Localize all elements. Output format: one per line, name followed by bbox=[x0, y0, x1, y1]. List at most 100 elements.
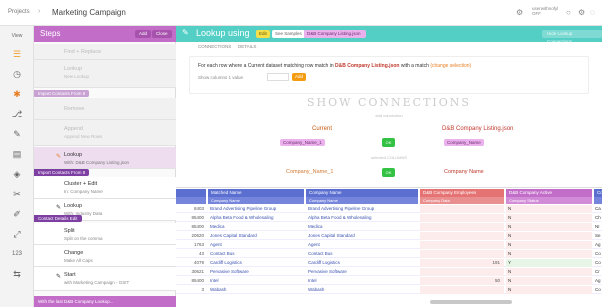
company-name-cell[interactable]: Intel bbox=[306, 277, 418, 285]
employees-cell[interactable] bbox=[420, 250, 504, 258]
add-step-button[interactable]: Add bbox=[135, 30, 152, 38]
brush-icon[interactable]: ✐ bbox=[0, 204, 34, 224]
active-cell[interactable]: N bbox=[506, 232, 592, 240]
table-row[interactable]: 3 Wabash Wabash N Co bbox=[176, 286, 602, 294]
company-name-cell[interactable]: Contact Bus bbox=[306, 250, 418, 258]
step-lookup-selected[interactable]: ✎ Lookup With: D&B Company Listing.json bbox=[34, 147, 176, 169]
lookup-file-pill[interactable]: D&B Company Listing.json bbox=[304, 30, 366, 38]
active-cell[interactable]: N bbox=[506, 223, 592, 231]
employees-cell[interactable] bbox=[420, 232, 504, 240]
active-cell[interactable]: N bbox=[506, 277, 592, 285]
table-row[interactable]: 1763 Agent Agent N Ag bbox=[176, 241, 602, 249]
company-name-cell[interactable]: Cardiff Logistics bbox=[306, 259, 418, 267]
add-connection-link[interactable]: add connection bbox=[176, 113, 602, 118]
matched-name-cell[interactable]: Medica bbox=[208, 223, 304, 231]
employees-cell[interactable] bbox=[420, 241, 504, 249]
company-name-cell[interactable]: Wabash bbox=[306, 286, 418, 294]
help-icon[interactable]: ○ bbox=[566, 8, 571, 17]
active-cell[interactable]: N bbox=[506, 268, 592, 276]
active-cell[interactable]: N bbox=[506, 205, 592, 213]
table-row[interactable]: 85400 Intel Intel 50 N Ag bbox=[176, 277, 602, 285]
matched-name-cell[interactable]: Agent bbox=[208, 241, 304, 249]
step-cluster-edit[interactable]: Cluster + Edit In: Company Name bbox=[34, 177, 176, 199]
matched-name-cell[interactable]: Jones Capital Standard bbox=[208, 232, 304, 240]
list-icon[interactable]: ☰ bbox=[0, 44, 34, 64]
co-cell[interactable]: Co bbox=[594, 286, 602, 294]
add-button[interactable]: Add bbox=[292, 73, 306, 81]
matched-name-cell[interactable]: Pervasive Software bbox=[208, 268, 304, 276]
column-header[interactable]: D&B Company Employees bbox=[420, 189, 504, 197]
resize-icon[interactable]: ⤢ bbox=[0, 224, 34, 244]
group-tag[interactable]: Contact Details Edit bbox=[34, 215, 82, 222]
active-cell[interactable]: N bbox=[506, 250, 592, 258]
column-header[interactable]: D&B Company Active bbox=[506, 189, 592, 197]
column-header[interactable]: Matched Name bbox=[208, 189, 304, 197]
merge-icon[interactable]: ⇆ bbox=[0, 264, 34, 284]
info-icon[interactable]: ◌ bbox=[590, 8, 595, 17]
co-cell[interactable]: Ch bbox=[594, 214, 602, 222]
column-select[interactable] bbox=[267, 73, 289, 81]
active-cell[interactable]: N bbox=[506, 241, 592, 249]
company-name-cell[interactable]: Agent bbox=[306, 241, 418, 249]
co-cell[interactable]: Co bbox=[594, 250, 602, 258]
column-header[interactable]: Co bbox=[594, 189, 602, 197]
table-row[interactable]: 30621 Pervasive Software Pervasive Softwar… bbox=[176, 268, 602, 276]
employees-cell[interactable] bbox=[420, 286, 504, 294]
company-name-cell[interactable]: Alpha Beta Food & Wholesaling bbox=[306, 214, 418, 222]
table-row[interactable]: 85400 Alpha Beta Food & Wholesaling Alpha … bbox=[176, 214, 602, 222]
step-find-replace[interactable]: Find + Replace bbox=[34, 44, 176, 60]
active-cell[interactable]: Y bbox=[506, 259, 592, 267]
step-lookup-1[interactable]: Lookup New Lookup bbox=[34, 60, 176, 88]
company-name-cell[interactable]: Pervasive Software bbox=[306, 268, 418, 276]
company-name-cell[interactable]: Brand Advertising Pipeline Group bbox=[306, 205, 418, 213]
employees-cell[interactable] bbox=[420, 214, 504, 222]
database-icon[interactable]: ▤ bbox=[0, 144, 34, 164]
co-cell[interactable]: NI bbox=[594, 223, 602, 231]
hide-connections-button[interactable]: Hide Lookup Connections bbox=[542, 30, 602, 44]
column-header[interactable]: Company Name bbox=[306, 189, 418, 197]
employees-cell[interactable]: 50 bbox=[420, 277, 504, 285]
number-format-label[interactable]: 123 bbox=[0, 244, 34, 264]
table-row[interactable]: 85400 Medica Medica N NI bbox=[176, 223, 602, 231]
step-remove[interactable]: Remove bbox=[34, 98, 176, 120]
step-change[interactable]: Change Make All Caps bbox=[34, 245, 176, 267]
tab-details[interactable]: DETAILS bbox=[238, 44, 256, 49]
matched-name-cell[interactable]: Brand Advertising Pipeline Group bbox=[208, 205, 304, 213]
company-name-cell[interactable]: Medica bbox=[306, 223, 418, 231]
user-menu[interactable]: userwithnofyl OFF bbox=[532, 6, 558, 16]
table-row[interactable]: 20620 Jones Capital Standard Jones Capital… bbox=[176, 232, 602, 240]
change-selection-link[interactable]: (change selection) bbox=[430, 63, 471, 69]
table-row[interactable]: 43 Contact Bus Contact Bus N Co bbox=[176, 250, 602, 258]
matched-name-cell[interactable]: Intel bbox=[208, 277, 304, 285]
pen-icon[interactable]: ✎ bbox=[0, 124, 34, 144]
employees-cell[interactable] bbox=[420, 268, 504, 276]
sun-icon[interactable]: ✱ bbox=[0, 84, 34, 104]
group-tag[interactable]: Import Contacts From 8 bbox=[34, 169, 90, 176]
matched-name-cell[interactable]: Wabash bbox=[208, 286, 304, 294]
co-cell[interactable]: Ag bbox=[594, 241, 602, 249]
match-confirm-button[interactable]: OK bbox=[382, 138, 395, 147]
step-start[interactable]: ✎ Start with Marketing Campaign - GSIT bbox=[34, 267, 176, 291]
active-cell[interactable]: N bbox=[506, 214, 592, 222]
scissors-icon[interactable]: ✂ bbox=[0, 184, 34, 204]
projects-link[interactable]: Projects bbox=[8, 9, 30, 15]
employees-cell[interactable] bbox=[420, 223, 504, 231]
gear-icon[interactable]: ⚙ bbox=[516, 8, 523, 17]
company-name-cell[interactable]: Jones Capital Standard bbox=[306, 232, 418, 240]
employees-cell[interactable]: 191 bbox=[420, 259, 504, 267]
active-cell[interactable]: N bbox=[506, 286, 592, 294]
tag-icon[interactable]: ◈ bbox=[0, 164, 34, 184]
lookup-column-chip[interactable]: Company_Name bbox=[444, 139, 484, 146]
step-append[interactable]: Append Append New Rows bbox=[34, 120, 176, 146]
co-cell[interactable]: Co bbox=[594, 259, 602, 267]
history-icon[interactable]: ◷ bbox=[0, 64, 34, 84]
see-samples-pill[interactable]: See Samples bbox=[272, 30, 305, 38]
close-steps-button[interactable]: Close bbox=[152, 30, 172, 38]
employees-cell[interactable] bbox=[420, 205, 504, 213]
edit-pill[interactable]: Edit bbox=[256, 30, 270, 38]
co-cell[interactable]: Ag bbox=[594, 277, 602, 285]
co-cell[interactable]: Ca bbox=[594, 205, 602, 213]
matched-name-cell[interactable]: Alpha Beta Food & Wholesaling bbox=[208, 214, 304, 222]
column-confirm-button[interactable]: OK bbox=[382, 168, 395, 177]
settings-icon[interactable]: ⚙ bbox=[578, 8, 585, 17]
